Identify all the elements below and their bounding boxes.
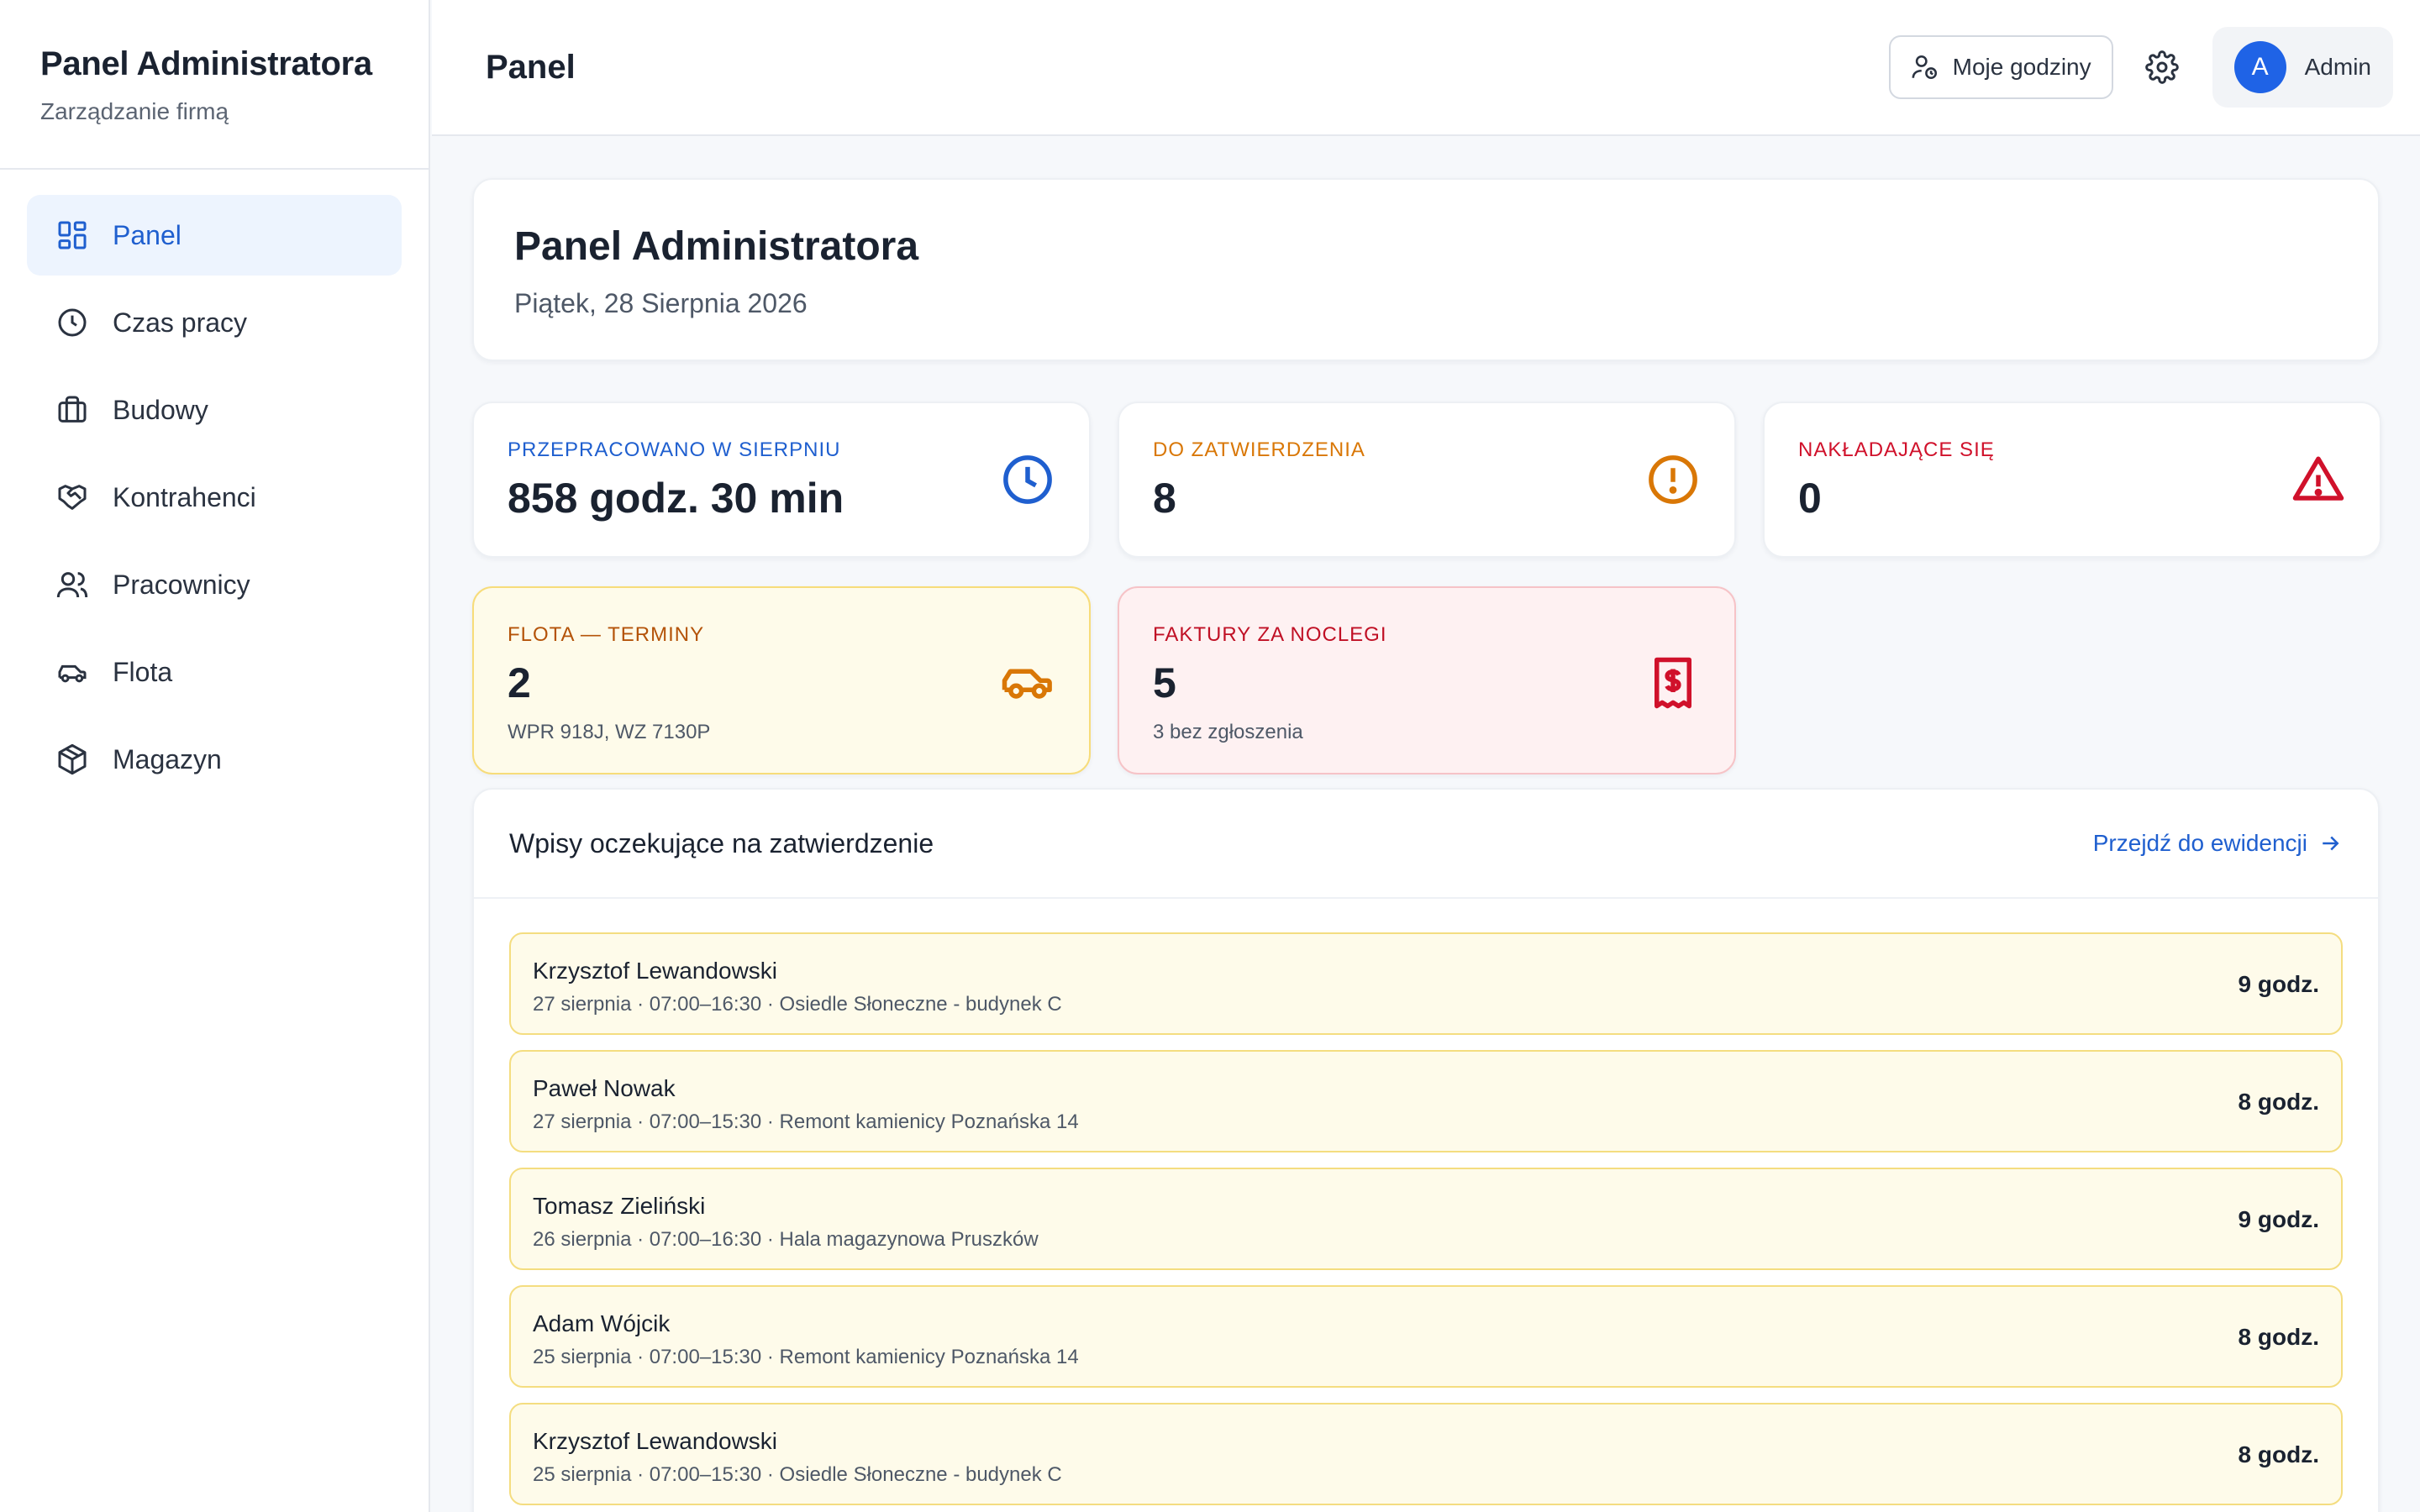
stat-value: 858 godz. 30 min [508, 475, 844, 522]
user-clock-icon [1912, 55, 1937, 80]
pending-title: Wpisy oczekujące na zatwierdzenie [509, 827, 934, 858]
entry-detail: 25 sierpnia · 07:00–15:30 · Remont kamie… [533, 1346, 1079, 1368]
stat-label: DO ZATWIERDZENIA [1153, 438, 1365, 461]
page-title: Panel [486, 48, 576, 86]
stat-sub: 3 bez zgłoszenia [1153, 721, 1303, 743]
avatar: A [2233, 41, 2286, 93]
entry-hours: 8 godz. [2238, 1324, 2319, 1350]
stat-fleet[interactable]: FLOTA — TERMINY 2 WPR 918J, WZ 7130P [472, 586, 1091, 774]
sidebar-item-pracownicy[interactable]: Pracownicy [27, 544, 402, 625]
stat-label: NAKŁADAJĄCE SIĘ [1798, 438, 1995, 461]
pending-entries-card: Wpisy oczekujące na zatwierdzenie Przejd… [472, 788, 2380, 1512]
list-item[interactable]: Krzysztof Lewandowski 25 sierpnia · 07:0… [509, 1403, 2343, 1505]
stat-overlapping[interactable]: NAKŁADAJĄCE SIĘ 0 [1763, 402, 2381, 558]
my-hours-label: Moje godziny [1952, 54, 2091, 80]
car-icon [55, 655, 89, 689]
stats-grid: PRZEPRACOWANO W SIERPNIU 858 godz. 30 mi… [472, 402, 2381, 788]
welcome-date: Piątek, 28 Sierpnia 2026 [514, 288, 808, 318]
list-item[interactable]: Tomasz Zieliński 26 sierpnia · 07:00–16:… [509, 1168, 2343, 1270]
briefcase-icon [55, 393, 89, 427]
entry-hours: 9 godz. [2238, 971, 2319, 997]
sidebar: Panel Administratora Zarządzanie firmą P… [0, 0, 430, 1512]
my-hours-button[interactable]: Moje godziny [1888, 35, 2113, 99]
dashboard-icon [55, 218, 89, 252]
welcome-title: Panel Administratora [514, 224, 919, 269]
stat-label: FLOTA — TERMINY [508, 623, 705, 646]
stat-value: 5 [1153, 659, 1176, 706]
go-to-records-link[interactable]: Przejdź do ewidencji [2093, 830, 2343, 857]
brand-title: Panel Administratora [40, 45, 372, 82]
sidebar-item-czas-pracy[interactable]: Czas pracy [27, 282, 402, 363]
entry-name: Adam Wójcik [533, 1310, 671, 1336]
entry-name: Krzysztof Lewandowski [533, 1428, 778, 1454]
stat-to-approve[interactable]: DO ZATWIERDZENIA 8 [1118, 402, 1736, 558]
list-item[interactable]: Adam Wójcik 25 sierpnia · 07:00–15:30 · … [509, 1285, 2343, 1388]
package-icon [55, 743, 89, 776]
entry-detail: 25 sierpnia · 07:00–15:30 · Osiedle Słon… [533, 1463, 1062, 1486]
brand: Panel Administratora Zarządzanie firmą [0, 0, 429, 170]
list-item[interactable]: Krzysztof Lewandowski 27 sierpnia · 07:0… [509, 932, 2343, 1035]
header-actions: Moje godziny A Admin [1888, 27, 2393, 108]
entry-name: Tomasz Zieliński [533, 1193, 706, 1219]
user-name: Admin [2304, 54, 2371, 80]
entry-name: Paweł Nowak [533, 1075, 676, 1101]
main-content: Panel Administratora Piątek, 28 Sierpnia… [472, 178, 2381, 1512]
receipt-icon [1645, 655, 1701, 711]
stat-invoices[interactable]: FAKTURY ZA NOCLEGI 5 3 bez zgłoszenia [1118, 586, 1736, 774]
user-menu[interactable]: A Admin [2212, 27, 2393, 108]
sidebar-nav: Panel Czas pracy Budowy Kontrahenci Prac… [0, 170, 429, 800]
gear-icon [2144, 50, 2179, 84]
sidebar-item-magazyn[interactable]: Magazyn [27, 719, 402, 800]
entry-detail: 27 sierpnia · 07:00–16:30 · Osiedle Słon… [533, 993, 1062, 1016]
sidebar-item-label: Kontrahenci [113, 481, 256, 512]
welcome-card: Panel Administratora Piątek, 28 Sierpnia… [472, 178, 2380, 361]
stat-label: FAKTURY ZA NOCLEGI [1153, 623, 1387, 646]
sidebar-item-label: Panel [113, 219, 182, 250]
entry-detail: 26 sierpnia · 07:00–16:30 · Hala magazyn… [533, 1228, 1039, 1251]
list-item[interactable]: Paweł Nowak 27 sierpnia · 07:00–15:30 · … [509, 1050, 2343, 1152]
clock-icon [1000, 452, 1055, 507]
brand-subtitle: Zarządzanie firmą [40, 98, 229, 124]
sidebar-item-label: Magazyn [113, 743, 222, 774]
entry-hours: 9 godz. [2238, 1206, 2319, 1232]
stat-value: 2 [508, 659, 531, 706]
arrow-right-icon [2323, 836, 2339, 851]
stat-value: 0 [1798, 475, 1822, 522]
stat-worked[interactable]: PRZEPRACOWANO W SIERPNIU 858 godz. 30 mi… [472, 402, 1091, 558]
pending-list: Krzysztof Lewandowski 27 sierpnia · 07:0… [474, 899, 2378, 1505]
handshake-icon [55, 480, 89, 514]
sidebar-item-label: Flota [113, 656, 173, 687]
top-header: Panel Moje godziny A Admin [432, 0, 2420, 136]
sidebar-item-budowy[interactable]: Budowy [27, 370, 402, 450]
clock-icon [55, 306, 89, 339]
users-icon [55, 568, 89, 601]
sidebar-item-panel[interactable]: Panel [27, 195, 402, 276]
entry-name: Krzysztof Lewandowski [533, 958, 778, 984]
alert-circle-icon [1645, 452, 1701, 507]
warning-triangle-icon [2291, 452, 2346, 507]
sidebar-item-kontrahenci[interactable]: Kontrahenci [27, 457, 402, 538]
pending-header: Wpisy oczekujące na zatwierdzenie Przejd… [474, 790, 2378, 899]
link-label: Przejdź do ewidencji [2092, 830, 2307, 856]
settings-button[interactable] [2139, 44, 2186, 91]
sidebar-item-label: Pracownicy [113, 569, 250, 600]
stat-value: 8 [1153, 475, 1176, 522]
stat-label: PRZEPRACOWANO W SIERPNIU [508, 438, 841, 461]
stat-sub: WPR 918J, WZ 7130P [508, 721, 711, 743]
sidebar-item-label: Czas pracy [113, 307, 248, 338]
entry-detail: 27 sierpnia · 07:00–15:30 · Remont kamie… [533, 1110, 1079, 1133]
entry-hours: 8 godz. [2238, 1089, 2319, 1115]
entry-hours: 8 godz. [2238, 1441, 2319, 1467]
sidebar-item-flota[interactable]: Flota [27, 632, 402, 712]
sidebar-item-label: Budowy [113, 394, 208, 425]
car-icon [1000, 655, 1055, 711]
